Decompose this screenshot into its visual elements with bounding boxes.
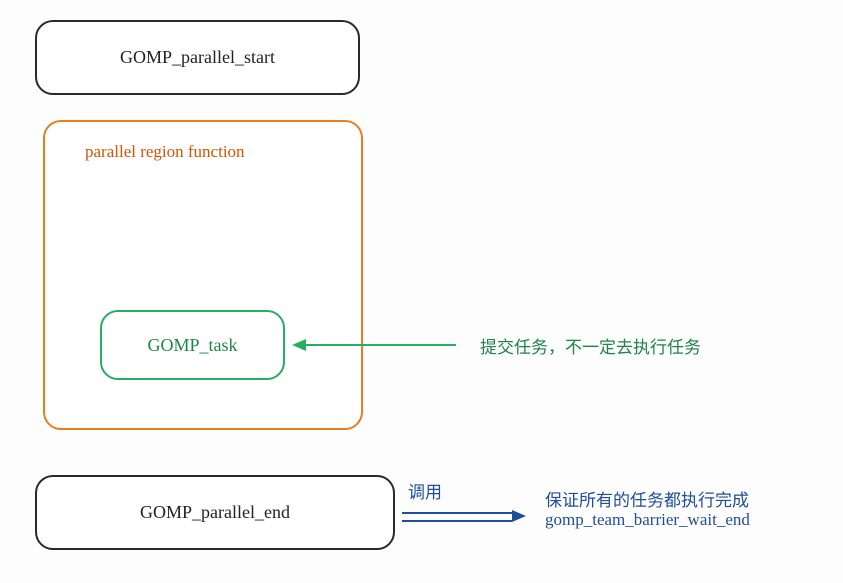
parallel-region-box: parallel region function — [43, 120, 363, 430]
barrier-fn-text: gomp_team_barrier_wait_end — [545, 510, 750, 530]
end-arrow-line-bottom — [402, 520, 512, 522]
end-guarantee-text: 保证所有的任务都执行完成 — [545, 486, 749, 511]
gomp-parallel-end-label: GOMP_parallel_end — [140, 502, 290, 523]
gomp-task-label: GOMP_task — [147, 335, 237, 356]
task-arrow-line — [306, 344, 456, 346]
parallel-region-label: parallel region function — [85, 142, 245, 162]
task-arrow-head-icon — [292, 339, 306, 351]
gomp-parallel-start-label: GOMP_parallel_start — [120, 47, 275, 68]
end-arrow-line-top — [402, 512, 512, 514]
end-arrow-head-icon — [512, 510, 526, 522]
gomp-parallel-end-box: GOMP_parallel_end — [35, 475, 395, 550]
end-call-label: 调用 — [408, 478, 442, 503]
gomp-parallel-start-box: GOMP_parallel_start — [35, 20, 360, 95]
task-annotation-text: 提交任务，不一定去执行任务 — [480, 333, 701, 358]
gomp-task-box: GOMP_task — [100, 310, 285, 380]
